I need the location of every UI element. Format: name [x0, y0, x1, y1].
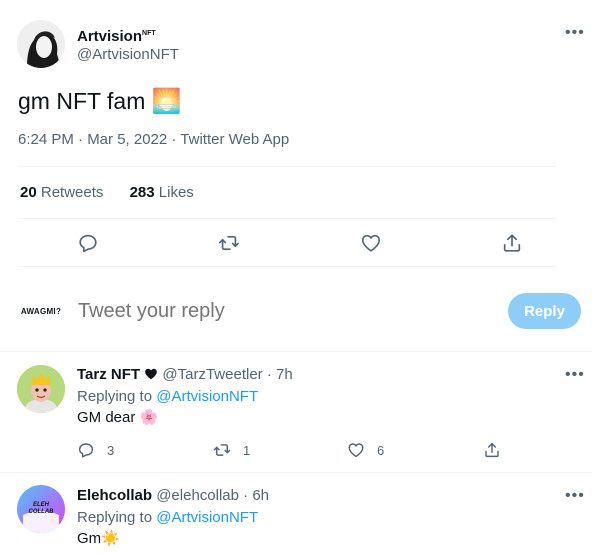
reply-text: Gm☀️ — [77, 530, 120, 547]
author-handle[interactable]: @ArtvisionNFT — [77, 46, 179, 64]
reply-button[interactable]: Reply — [508, 293, 581, 329]
reply-author-handle[interactable]: @elehcollab — [156, 487, 239, 504]
author-avatar[interactable] — [17, 20, 65, 68]
divider — [18, 166, 556, 167]
author-name[interactable]: Artvision — [77, 28, 142, 45]
retweets-count: 20 — [20, 184, 37, 201]
tweet-meta[interactable]: 6:24 PM · Mar 5, 2022 · Twitter Web App — [18, 131, 289, 148]
reply-author-handle[interactable]: @TarzTweetler — [162, 366, 262, 383]
retweet-icon[interactable] — [213, 441, 231, 459]
sunrise-emoji: 🌅 — [151, 88, 182, 115]
retweets-label: Retweets — [40, 184, 104, 201]
divider — [0, 472, 592, 473]
replying-to-prefix: Replying to — [77, 509, 153, 526]
retweet-icon[interactable] — [218, 232, 240, 254]
replying-to-prefix: Replying to — [77, 388, 153, 405]
reply-icon[interactable] — [77, 232, 99, 254]
reply-time[interactable]: 6h — [252, 487, 269, 504]
tweet-stats: 20 Retweets 283 Likes — [20, 184, 194, 201]
reply-icon[interactable] — [77, 441, 95, 459]
likes-count: 283 — [129, 184, 155, 201]
share-icon[interactable] — [483, 441, 501, 459]
like-count: 6 — [377, 443, 385, 458]
reply-author-avatar[interactable]: ELEH COLLAB — [17, 485, 65, 533]
replying-to-link[interactable]: @ArtvisionNFT — [156, 509, 258, 526]
separator-dot: · — [266, 366, 272, 383]
verified-heart-icon — [144, 367, 158, 381]
reply-text: GM dear 🌸 — [77, 409, 159, 426]
like-icon[interactable] — [347, 441, 365, 459]
more-options-icon[interactable]: ••• — [565, 25, 585, 41]
replying-to-link[interactable]: @ArtvisionNFT — [156, 388, 258, 405]
tweet-text-body: gm NFT fam — [18, 88, 146, 114]
my-avatar[interactable]: AWAGMI? — [17, 287, 65, 335]
share-icon[interactable] — [501, 232, 523, 254]
reply-input[interactable] — [78, 296, 488, 326]
author-name-suffix: NFT — [142, 30, 156, 37]
reply-author-avatar[interactable] — [17, 365, 65, 413]
likes-stat[interactable]: 283 Likes — [130, 184, 194, 201]
divider — [18, 266, 556, 267]
reply-author-name[interactable]: Elehcollab — [77, 487, 152, 504]
divider — [18, 218, 556, 219]
my-avatar-text: AWAGMI? — [20, 306, 62, 316]
retweets-stat[interactable]: 20 Retweets — [20, 184, 108, 201]
like-icon[interactable] — [360, 232, 382, 254]
divider — [0, 351, 592, 352]
more-options-icon[interactable]: ••• — [565, 367, 585, 383]
tweet-text: gm NFT fam 🌅 — [18, 86, 182, 117]
separator-dot: · — [243, 487, 249, 504]
reply-time[interactable]: 7h — [276, 366, 293, 383]
likes-label: Likes — [158, 184, 194, 201]
reply-button-label: Reply — [524, 302, 565, 320]
reply-author-name[interactable]: Tarz NFT — [77, 366, 140, 383]
retweet-count: 1 — [243, 443, 251, 458]
more-options-icon[interactable]: ••• — [565, 488, 585, 504]
reply-avatar-text: ELEH COLLAB — [28, 502, 54, 515]
reply-count: 3 — [107, 443, 115, 458]
